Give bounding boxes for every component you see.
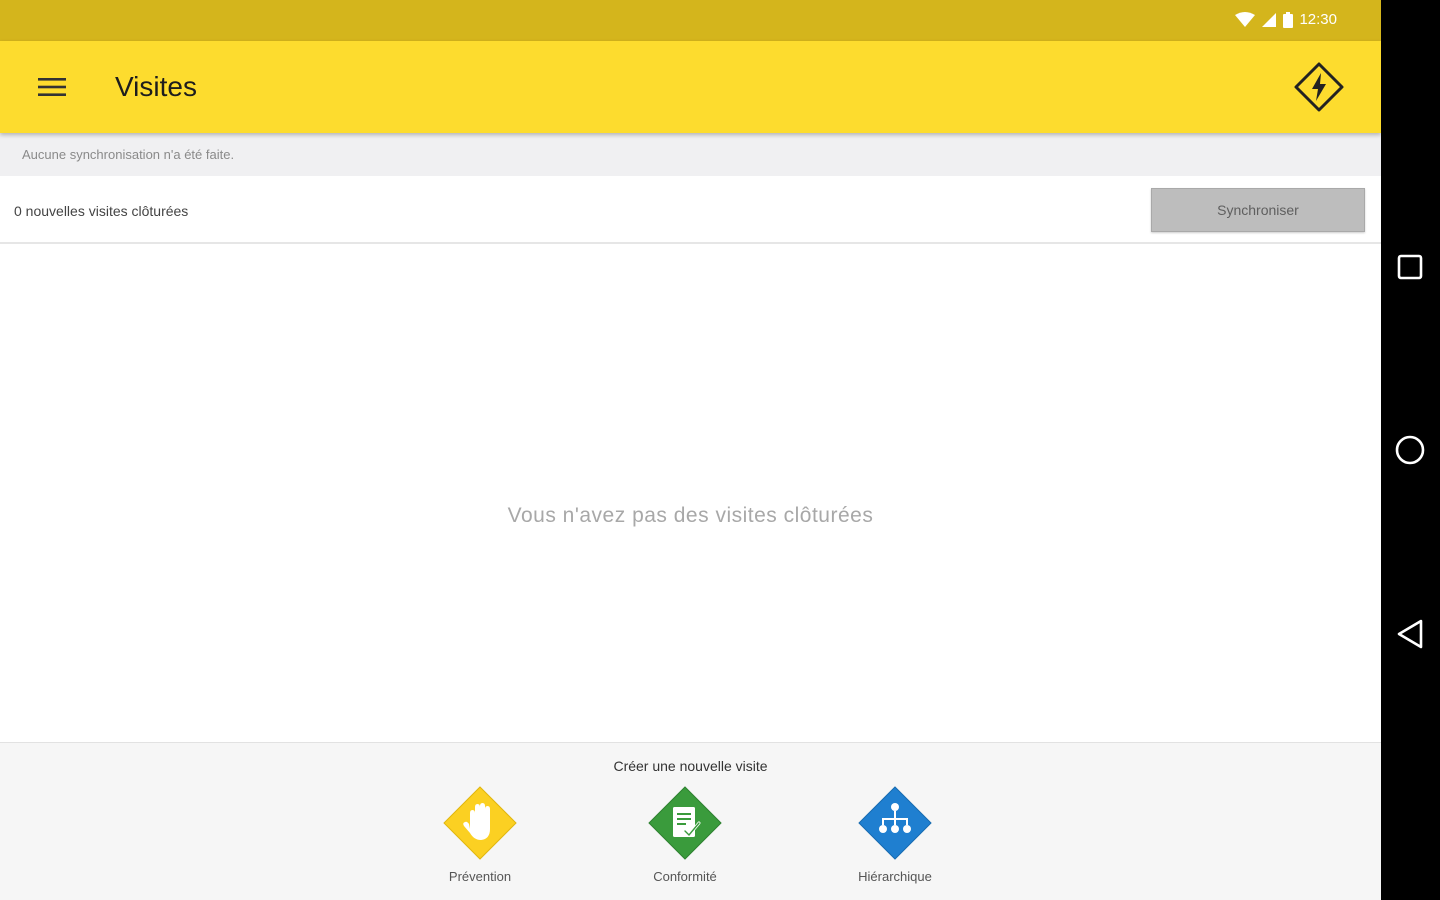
home-button[interactable] <box>1393 433 1427 467</box>
menu-button[interactable] <box>30 69 74 105</box>
app-bar: Visites <box>0 41 1381 133</box>
circle-icon <box>1395 435 1425 465</box>
back-button[interactable] <box>1393 617 1427 651</box>
new-visit-panel: Créer une nouvelle visite Prévention Con… <box>0 742 1381 900</box>
conformity-label: Conformité <box>653 869 717 884</box>
lightning-diamond-icon <box>1294 62 1344 112</box>
sync-info-text: Aucune synchronisation n'a été faite. <box>22 147 235 162</box>
status-time: 12:30 <box>1299 11 1337 28</box>
app-screen: 12:30 Visites Aucune synchronisation n'a… <box>0 0 1381 900</box>
status-icons: 12:30 <box>1235 11 1337 28</box>
page-title: Visites <box>115 71 197 102</box>
recent-apps-button[interactable] <box>1393 250 1427 284</box>
new-visit-conformity[interactable]: Conformité <box>615 785 755 884</box>
closed-visits-row: 0 nouvelles visites clôturées Synchronis… <box>0 176 1381 244</box>
prevention-label: Prévention <box>448 869 512 884</box>
square-icon <box>1397 254 1423 280</box>
battery-icon <box>1283 11 1294 28</box>
new-visit-prevention[interactable]: Prévention <box>410 785 550 884</box>
hierarchy-icon <box>858 786 932 860</box>
hierarchical-label: Hiérarchique <box>858 869 932 884</box>
closed-visits-count: 0 nouvelles visites clôturées <box>14 203 189 219</box>
hamburger-menu-icon <box>38 78 66 96</box>
new-visit-heading: Créer une nouvelle visite <box>613 758 768 774</box>
cell-signal-icon <box>1262 12 1277 27</box>
sync-info-bar: Aucune synchronisation n'a été faite. <box>0 133 1381 176</box>
back-triangle-icon <box>1397 619 1423 649</box>
wifi-icon <box>1235 11 1256 27</box>
empty-state-message: Vous n'avez pas des visites clôturées <box>507 504 874 527</box>
android-nav-bar <box>1381 0 1440 900</box>
status-bar: 12:30 <box>0 0 1381 41</box>
synchronize-button[interactable]: Synchroniser <box>1151 188 1365 232</box>
hand-icon <box>443 786 517 860</box>
checklist-icon <box>648 786 722 860</box>
flash-sync-button[interactable] <box>1293 61 1345 113</box>
new-visit-hierarchical[interactable]: Hiérarchique <box>825 785 965 884</box>
